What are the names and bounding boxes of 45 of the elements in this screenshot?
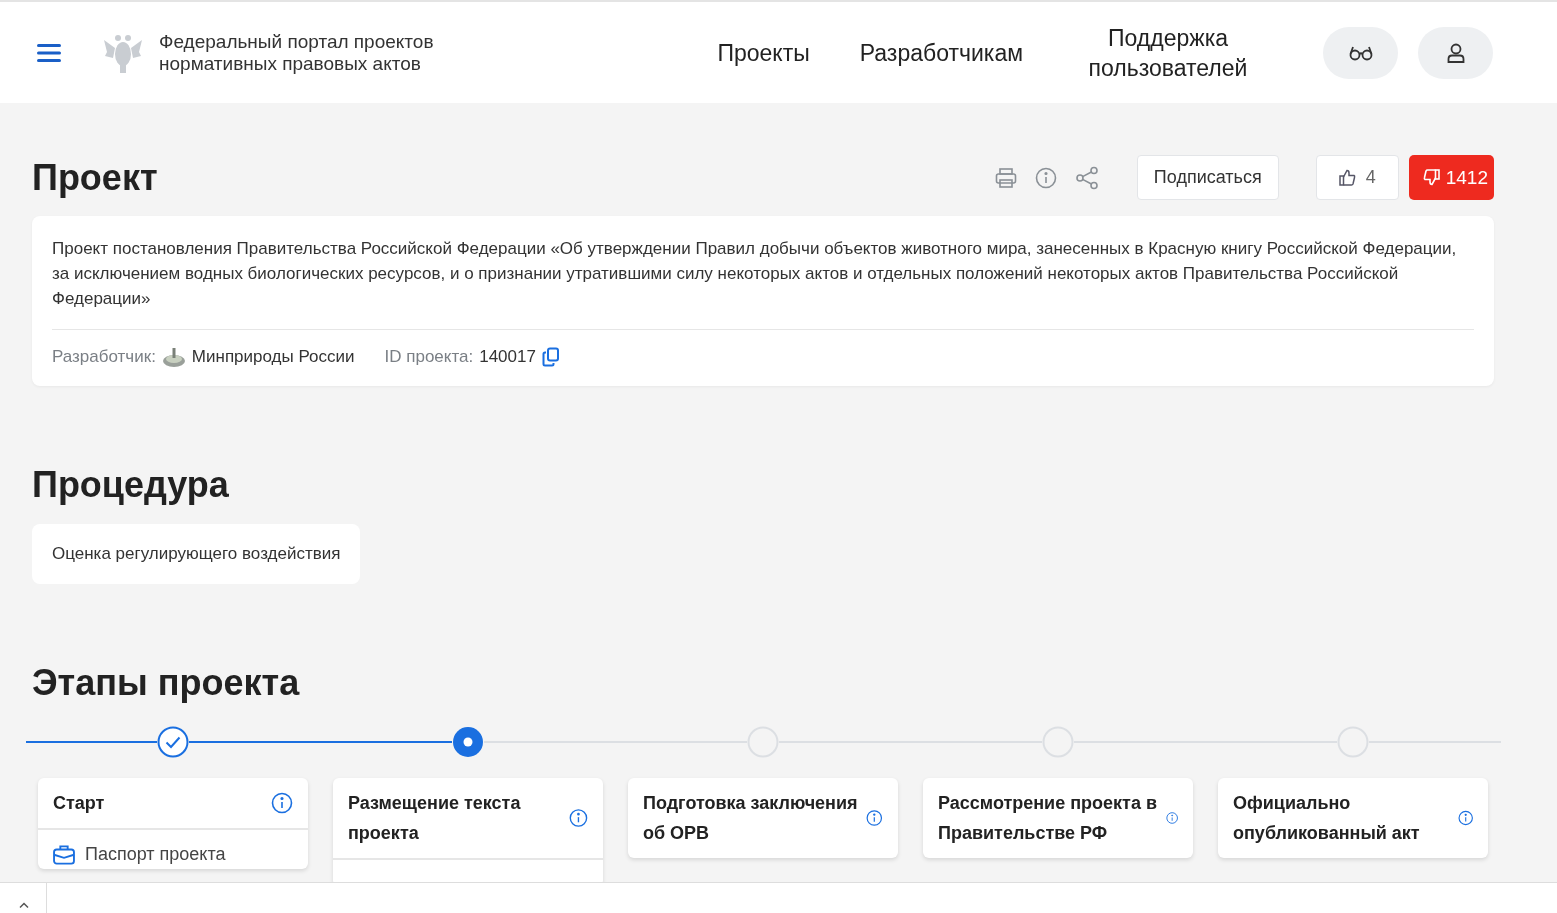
section-heading: Этапы проекта <box>32 662 301 704</box>
procedure-tag: Оценка регулирующего воздействия <box>32 524 361 584</box>
stage-title: Старт <box>53 792 105 815</box>
briefcase-icon <box>53 844 75 865</box>
stage-title: Рассмотрение проекта в Правительстве РФ <box>938 792 1158 845</box>
dislike-button[interactable]: 1412 <box>1408 155 1494 200</box>
developer-name: Минприроды России <box>191 347 355 367</box>
info-icon[interactable] <box>1034 166 1057 189</box>
project-id-label: ID проекта: <box>384 347 474 367</box>
dislike-count: 1412 <box>1445 166 1488 189</box>
stage-card[interactable]: Старт Паспорт проекта <box>38 778 308 869</box>
share-icon[interactable] <box>1074 165 1099 190</box>
stage-title: Официально опубликованный акт <box>1233 792 1421 845</box>
glasses-icon <box>1348 44 1373 61</box>
thumbs-up-icon <box>1338 169 1356 186</box>
subscribe-button[interactable]: Подписаться <box>1136 155 1279 200</box>
nav-link[interactable]: Поддержка пользователей <box>1073 22 1263 83</box>
stage-link[interactable]: Паспорт проекта <box>85 844 226 865</box>
portal-title[interactable]: нормативных правовых актов <box>159 52 434 75</box>
print-icon[interactable] <box>994 166 1017 189</box>
menu-icon[interactable] <box>37 42 61 63</box>
caret-icon[interactable] <box>18 901 30 909</box>
developer-label: Разработчик: <box>52 347 156 367</box>
stage-title: Подготовка заключения об ОРВ <box>643 792 859 845</box>
user-icon <box>1446 42 1465 63</box>
info-icon[interactable] <box>271 792 293 814</box>
section-heading: Процедура <box>32 464 230 506</box>
info-icon[interactable] <box>569 807 588 829</box>
project-description: Проект постановления Правительства Российской Федерации «Об утверждении Правил добычи объектов животного мира, занесенных в Красную книгу Российской Федерации, за исключением водных биологических ресурсов, и о признании утратившими силу некоторых актов и отдельных положений некоторых актов Правительства Российской Федерации» <box>52 236 1474 330</box>
stage-card[interactable]: Размещение текста проекта <box>333 778 603 882</box>
like-count: 4 <box>1365 167 1376 188</box>
project-id: 140017 <box>479 347 536 367</box>
page-heading: Проект <box>32 156 158 199</box>
thumbs-down-icon <box>1422 169 1440 186</box>
nav-link[interactable]: Проекты <box>717 37 810 68</box>
stage-card[interactable]: Подготовка заключения об ОРВ <box>628 778 898 858</box>
stage-title: Размещение текста проекта <box>348 792 522 845</box>
like-button[interactable]: 4 <box>1315 155 1399 200</box>
portal-title[interactable]: Федеральный портал проектов <box>159 30 434 53</box>
info-icon[interactable] <box>866 807 883 829</box>
stage-card[interactable]: Рассмотрение проекта в Правительстве РФ <box>923 778 1193 858</box>
emblem-icon <box>161 346 186 368</box>
copy-icon[interactable] <box>541 347 560 367</box>
stage-card[interactable]: Официально опубликованный акт <box>1218 778 1488 858</box>
nav-link[interactable]: Разработчикам <box>859 37 1023 68</box>
